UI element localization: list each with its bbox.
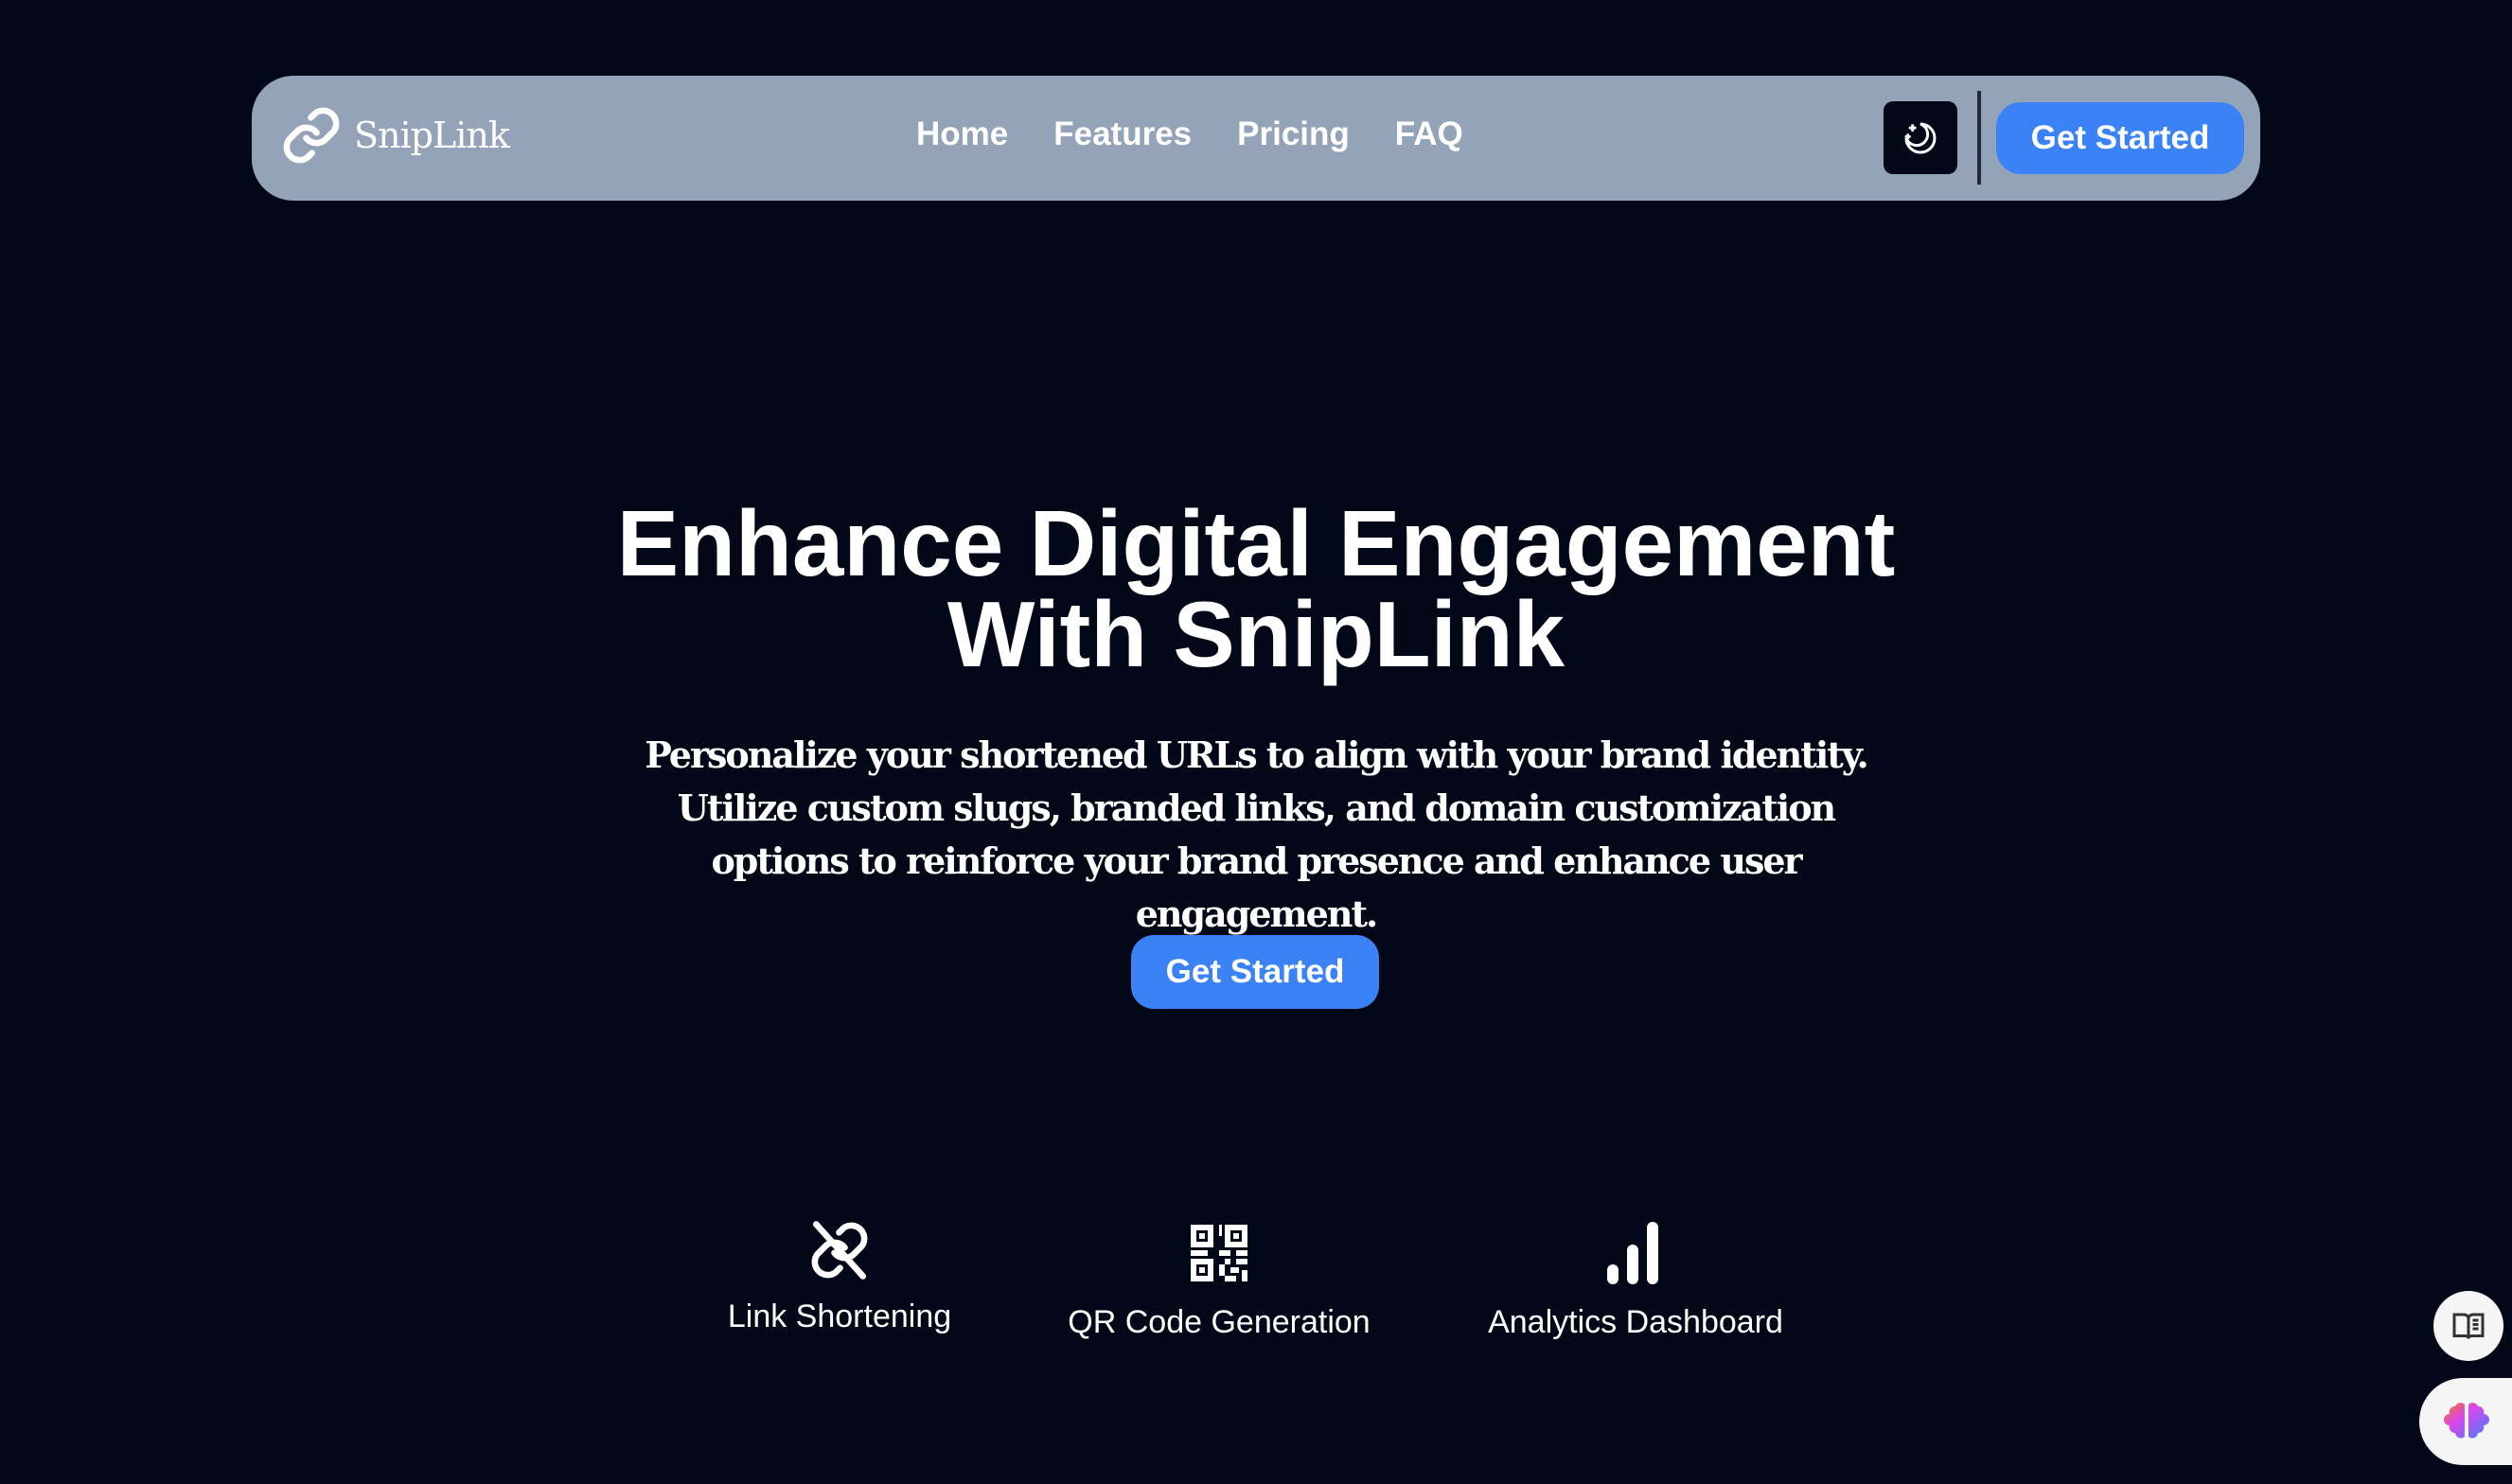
- feature-label: Analytics Dashboard: [1488, 1304, 1783, 1340]
- hero-title-line-1: Enhance Digital Engagement: [616, 491, 1896, 595]
- feature-label: QR Code Generation: [1068, 1304, 1371, 1340]
- hero-title-line-2: With SnipLink: [946, 582, 1566, 686]
- nav-link-home[interactable]: Home: [916, 115, 1008, 153]
- hero-get-started-button[interactable]: Get Started: [1131, 935, 1379, 1009]
- brand-name: SnipLink: [354, 115, 510, 156]
- qr-code-icon: [1191, 1225, 1247, 1281]
- nav-link-features[interactable]: Features: [1053, 115, 1192, 153]
- nav-get-started-button[interactable]: Get Started: [1996, 102, 2244, 174]
- nav-link-faq[interactable]: FAQ: [1395, 115, 1463, 153]
- ai-assistant-button[interactable]: [2419, 1378, 2512, 1465]
- link-icon: [283, 107, 340, 164]
- unlink-icon: [811, 1221, 868, 1280]
- feature-qr-code: QR Code Generation: [1030, 1219, 1408, 1341]
- feature-analytics: Analytics Dashboard: [1446, 1219, 1825, 1341]
- reader-mode-button[interactable]: [2433, 1291, 2503, 1361]
- navbar: SnipLink Home Features Pricing FAQ Get S…: [252, 76, 2260, 201]
- hero-title: Enhance Digital Engagement With SnipLink: [0, 497, 2512, 680]
- brand-logo[interactable]: SnipLink: [280, 104, 510, 167]
- nav-link-pricing[interactable]: Pricing: [1237, 115, 1350, 153]
- nav-divider: [1977, 91, 1981, 185]
- bar-chart-icon: [1607, 1222, 1658, 1284]
- book-icon: [2452, 1313, 2485, 1339]
- brain-icon: [2444, 1403, 2489, 1439]
- hero-subtitle: Personalize your shortened URLs to align…: [645, 733, 1869, 935]
- feature-label: Link Shortening: [727, 1298, 952, 1334]
- theme-toggle-button[interactable]: [1884, 101, 1957, 174]
- moon-stars-icon: [1904, 122, 1937, 153]
- feature-link-shortening: Link Shortening: [650, 1219, 1029, 1335]
